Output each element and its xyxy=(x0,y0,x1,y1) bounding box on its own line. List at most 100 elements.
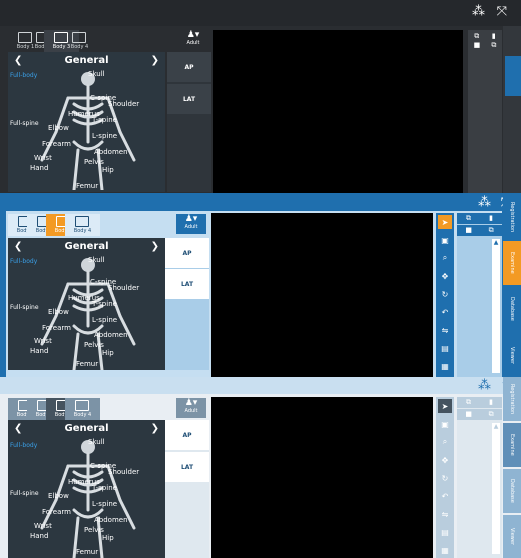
copy-icon[interactable]: ⧉ xyxy=(466,214,471,223)
mode-selector[interactable]: ♟▾ Adult xyxy=(176,214,206,234)
region-full-body[interactable]: Full-body xyxy=(10,72,37,79)
bone-skull[interactable]: Skull xyxy=(88,438,105,446)
copy-icon[interactable]: ⧉ xyxy=(474,32,479,41)
bone-pelvis[interactable]: Pelvis xyxy=(84,526,104,534)
prev-arrow-icon[interactable]: ❮ xyxy=(14,423,22,434)
bone-shoulder[interactable]: Shoulder xyxy=(108,284,139,292)
next-arrow-icon[interactable]: ❯ xyxy=(151,423,159,434)
tool-invert[interactable]: ▤ xyxy=(438,525,452,539)
next-arrow-icon[interactable]: ❯ xyxy=(151,241,159,252)
bone-femur[interactable]: Femur xyxy=(76,548,98,556)
prev-arrow-icon[interactable]: ❮ xyxy=(14,55,22,66)
bone-elbow[interactable]: Elbow xyxy=(48,492,69,500)
network-icon[interactable]: ⁂ xyxy=(478,378,491,393)
side-tab-examine[interactable]: Examine xyxy=(503,241,521,285)
tool-rotate[interactable]: ↻ xyxy=(438,471,452,485)
bone-forearm[interactable]: Forearm xyxy=(42,324,71,332)
view-lat[interactable]: LAT xyxy=(165,452,209,482)
body-part-4[interactable]: Body 4 xyxy=(65,214,100,236)
trash-icon[interactable]: ▮ xyxy=(489,398,493,407)
side-tab-viewer[interactable]: Viewer xyxy=(503,515,521,558)
bone-skull[interactable]: Skull xyxy=(88,256,105,264)
tool-rotate[interactable]: ↻ xyxy=(438,287,452,301)
folder-icon[interactable]: ■ xyxy=(465,410,472,419)
bone-abdomen[interactable]: Abdomen xyxy=(94,331,128,339)
tool-save[interactable]: ▦ xyxy=(438,359,452,373)
tool-select[interactable]: ➤ xyxy=(438,215,452,229)
trash-icon[interactable]: ▮ xyxy=(492,32,496,41)
tool-invert[interactable]: ▤ xyxy=(438,341,452,355)
region-full-body[interactable]: Full-body xyxy=(10,258,37,265)
bone-hip[interactable]: Hip xyxy=(102,166,114,174)
tool-zoom[interactable]: ⌕ xyxy=(438,435,452,449)
bone-l-spine[interactable]: L-spine xyxy=(92,132,117,140)
region-full-spine[interactable]: Full-spine xyxy=(10,490,39,497)
image-viewer[interactable] xyxy=(213,30,463,193)
bone-skull[interactable]: Skull xyxy=(88,70,105,78)
bone-abdomen[interactable]: Abdomen xyxy=(94,516,128,524)
network-icon[interactable]: ⁂ xyxy=(472,4,485,19)
region-full-body[interactable]: Full-body xyxy=(10,442,37,449)
active-side-tab[interactable] xyxy=(505,56,521,96)
bone-hand[interactable]: Hand xyxy=(30,347,48,355)
side-tab-registration[interactable]: Registration xyxy=(503,377,521,421)
mode-selector[interactable]: ♟▾ Adult xyxy=(178,30,208,48)
view-ap[interactable]: AP xyxy=(165,238,209,268)
scrollbar[interactable]: ▲ xyxy=(492,239,500,373)
bone-shoulder[interactable]: Shoulder xyxy=(108,468,139,476)
view-lat[interactable]: LAT xyxy=(167,84,211,114)
bone-shoulder[interactable]: Shoulder xyxy=(108,100,139,108)
bone-t-spine[interactable]: T-spine xyxy=(92,484,117,492)
scroll-up-icon[interactable]: ▲ xyxy=(492,423,500,430)
tool-mark[interactable]: ▣ xyxy=(438,417,452,431)
scrollbar[interactable]: ▲ xyxy=(492,423,500,554)
bone-pelvis[interactable]: Pelvis xyxy=(84,158,104,166)
next-arrow-icon[interactable]: ❯ xyxy=(151,55,159,66)
copy-icon[interactable]: ⧉ xyxy=(466,398,471,407)
bone-hand[interactable]: Hand xyxy=(30,164,48,172)
side-tab-database[interactable]: Database xyxy=(503,287,521,331)
bone-femur[interactable]: Femur xyxy=(76,182,98,190)
layers-icon[interactable]: ⧉ xyxy=(489,410,494,419)
view-lat[interactable]: LAT xyxy=(165,269,209,299)
trash-icon[interactable]: ▮ xyxy=(489,214,493,223)
bone-hand[interactable]: Hand xyxy=(30,532,48,540)
folder-icon[interactable]: ■ xyxy=(465,226,472,235)
tool-undo[interactable]: ↶ xyxy=(438,305,452,319)
bone-l-spine[interactable]: L-spine xyxy=(92,316,117,324)
bone-hip[interactable]: Hip xyxy=(102,534,114,542)
bone-abdomen[interactable]: Abdomen xyxy=(94,148,128,156)
body-part-4[interactable]: Body 4 xyxy=(65,398,100,420)
bone-elbow[interactable]: Elbow xyxy=(48,124,69,132)
tool-zoom[interactable]: ⌕ xyxy=(438,251,452,265)
bone-wrist[interactable]: Wrist xyxy=(34,522,52,530)
folder-icon[interactable]: ■ xyxy=(474,41,481,50)
bone-pelvis[interactable]: Pelvis xyxy=(84,341,104,349)
bone-t-spine[interactable]: T-spine xyxy=(92,116,117,124)
bone-hip[interactable]: Hip xyxy=(102,349,114,357)
tool-save[interactable]: ▦ xyxy=(438,543,452,557)
bone-wrist[interactable]: Wrist xyxy=(34,154,52,162)
region-full-spine[interactable]: Full-spine xyxy=(10,120,39,127)
side-tab-database[interactable]: Database xyxy=(503,469,521,513)
tool-flip[interactable]: ⇋ xyxy=(438,507,452,521)
bone-t-spine[interactable]: T-spine xyxy=(92,300,117,308)
image-viewer[interactable] xyxy=(211,397,433,558)
fullscreen-icon[interactable]: ⤧ xyxy=(497,4,507,19)
mode-selector[interactable]: ♟▾ Adult xyxy=(176,398,206,418)
tool-pan[interactable]: ✥ xyxy=(438,269,452,283)
bone-elbow[interactable]: Elbow xyxy=(48,308,69,316)
scroll-up-icon[interactable]: ▲ xyxy=(492,239,500,246)
side-tab-viewer[interactable]: Viewer xyxy=(503,333,521,377)
layers-icon[interactable]: ⧉ xyxy=(489,226,494,235)
tool-undo[interactable]: ↶ xyxy=(438,489,452,503)
region-full-spine[interactable]: Full-spine xyxy=(10,304,39,311)
bone-forearm[interactable]: Forearm xyxy=(42,140,71,148)
tool-flip[interactable]: ⇋ xyxy=(438,323,452,337)
layers-icon[interactable]: ⧉ xyxy=(491,41,496,50)
view-ap[interactable]: AP xyxy=(167,52,211,82)
image-viewer[interactable] xyxy=(211,213,433,377)
side-tab-examine[interactable]: Examine xyxy=(503,423,521,467)
network-icon[interactable]: ⁂ xyxy=(478,195,491,210)
tool-pan[interactable]: ✥ xyxy=(438,453,452,467)
